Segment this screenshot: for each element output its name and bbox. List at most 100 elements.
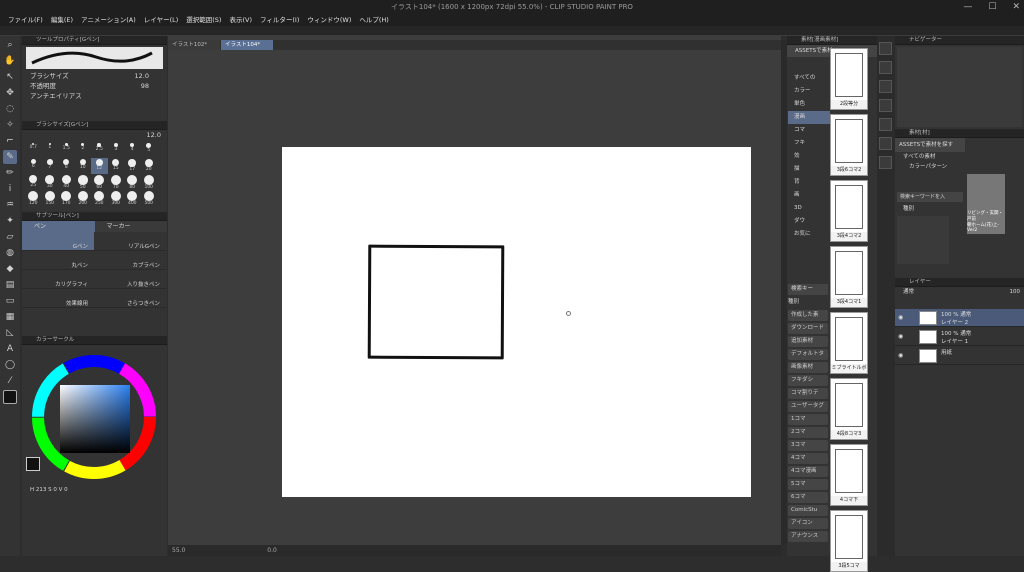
menu-help[interactable]: ヘルプ(H) — [359, 14, 388, 26]
material-tree-item[interactable]: 描 — [788, 163, 830, 176]
material-tag[interactable]: 2コマ — [788, 427, 828, 438]
text-icon[interactable]: A — [3, 342, 17, 356]
brush-size-option[interactable]: 5 — [141, 142, 158, 158]
material-tag[interactable]: コマ割りテ — [788, 388, 828, 399]
assets-link[interactable]: ASSETSで素材を探す — [895, 138, 965, 152]
brush-size-option[interactable]: 1 — [42, 142, 59, 158]
material-tag[interactable]: 1コマ — [788, 414, 828, 425]
material-tag[interactable]: 画像素材 — [788, 362, 828, 373]
menu-layer[interactable]: レイヤー(L) — [144, 14, 179, 26]
panel-toggle-icon[interactable] — [879, 42, 892, 55]
material-tag[interactable]: デフォルトタ — [788, 349, 828, 360]
brush-size-option[interactable]: 4 — [124, 142, 141, 158]
brush-size-option[interactable]: 3 — [108, 142, 125, 158]
material-thumb[interactable]: ミブライトルボ — [830, 312, 868, 374]
material-thumb[interactable]: 3段4コマ1 — [830, 246, 868, 308]
brush-size-option[interactable]: 2 — [75, 142, 92, 158]
tab-marker[interactable]: マーカー — [94, 221, 167, 232]
color-circle[interactable] — [22, 345, 167, 485]
menu-edit[interactable]: 編集(E) — [51, 14, 73, 26]
brush-size-option[interactable]: 12 — [91, 158, 108, 174]
opacity-row[interactable]: 不透明度 98 — [22, 81, 167, 91]
brush-size-option[interactable]: 17 — [124, 158, 141, 174]
minimize-button[interactable]: — — [963, 0, 972, 14]
brush-size-value[interactable]: 12.0 — [22, 130, 167, 140]
main-color-swatch[interactable] — [3, 390, 17, 404]
subtool-item[interactable]: 効果線用 — [22, 289, 94, 308]
layer-row[interactable]: ◉ 100 % 通常 レイヤー 2 — [895, 309, 1024, 327]
brush-size-option[interactable]: 25 — [25, 174, 42, 190]
navigator-view[interactable] — [897, 47, 1022, 127]
move-icon[interactable]: ✥ — [3, 86, 17, 100]
eraser-icon[interactable]: ▱ — [3, 230, 17, 244]
hand-icon[interactable]: ✋ — [3, 54, 17, 68]
material-tree-item[interactable]: ダウ — [788, 215, 830, 228]
material2-tree-all[interactable]: すべての素材 — [895, 152, 1024, 162]
material-tag[interactable]: アイコン — [788, 518, 828, 529]
layer-row[interactable]: ◉ 100 % 通常 レイヤー 1 — [895, 328, 1024, 346]
pencil-icon[interactable]: ✏ — [3, 166, 17, 180]
brush-size-option[interactable]: 50 — [75, 174, 92, 190]
subtool-item[interactable]: Gペン — [22, 232, 94, 251]
material-tag[interactable]: 追加素材 — [788, 336, 828, 347]
canvas-paper[interactable] — [282, 147, 751, 497]
brush-size-option[interactable]: 60 — [91, 174, 108, 190]
material-tree-item[interactable]: すべての — [788, 72, 830, 85]
antialias-row[interactable]: アンチエイリアス — [22, 91, 167, 101]
balloon-icon[interactable]: ◯ — [3, 358, 17, 372]
visibility-icon[interactable]: ◉ — [898, 352, 903, 360]
material-thumb[interactable]: 4コマ下 — [830, 444, 868, 506]
material-tree-item[interactable]: 背 — [788, 176, 830, 189]
tab-illust104[interactable]: イラスト104* — [221, 40, 273, 50]
magic-wand-icon[interactable]: ✧ — [3, 118, 17, 132]
material-tag[interactable]: アナウンス — [788, 531, 828, 542]
brush-size-option[interactable]: 250 — [91, 190, 108, 206]
brush-size-option[interactable]: 30 — [42, 174, 59, 190]
current-color-swatch[interactable] — [26, 457, 40, 471]
material-tag[interactable]: ダウンロード — [788, 323, 828, 334]
ruler-icon[interactable]: ◺ — [3, 326, 17, 340]
material-tag[interactable]: 4コマ漫画 — [788, 466, 828, 477]
brush-size-option[interactable]: 7 — [42, 158, 59, 174]
subtool-item[interactable]: 丸ペン — [22, 251, 94, 270]
pen-icon[interactable]: ✎ — [3, 150, 17, 164]
blend-icon[interactable]: ◍ — [3, 246, 17, 260]
material-tree-item[interactable]: フキ — [788, 137, 830, 150]
material-thumb[interactable]: 3段5コマ — [830, 510, 868, 572]
material-tag[interactable]: 作成した素 — [788, 310, 828, 321]
brush-size-option[interactable]: 150 — [42, 190, 59, 206]
brush-size-option[interactable]: 400 — [124, 190, 141, 206]
brush-size-option[interactable]: 15 — [108, 158, 125, 174]
rotation-value[interactable]: 0.0 — [267, 547, 277, 554]
material-tree-item[interactable]: 効 — [788, 150, 830, 163]
brush-size-option[interactable]: 70 — [108, 174, 125, 190]
brush-size-option[interactable]: 1.5 — [58, 142, 75, 158]
brush-size-option[interactable]: 20 — [141, 158, 158, 174]
frame-icon[interactable]: ▦ — [3, 310, 17, 324]
material-thumb[interactable]: 4段8コマ3 — [830, 378, 868, 440]
material-tag[interactable]: フキダシ — [788, 375, 828, 386]
brush-size-option[interactable]: 200 — [75, 190, 92, 206]
menu-filter[interactable]: フィルター(I) — [260, 14, 299, 26]
material-tag[interactable]: 4コマ — [788, 453, 828, 464]
brush-size-option[interactable]: 170 — [58, 190, 75, 206]
zoom-icon[interactable]: ⌕ — [3, 38, 17, 52]
panel-toggle-icon[interactable] — [879, 137, 892, 150]
brush-size-option[interactable]: 2.5 — [91, 142, 108, 158]
brush-size-option[interactable]: 500 — [141, 190, 158, 206]
material-tag[interactable]: 3コマ — [788, 440, 828, 451]
brush-icon[interactable]: ⅰ — [3, 182, 17, 196]
gradient-icon[interactable]: ▤ — [3, 278, 17, 292]
material-tree-item[interactable]: 単色 — [788, 98, 830, 111]
airbrush-icon[interactable]: ♒ — [3, 198, 17, 212]
maximize-button[interactable]: ☐ — [988, 0, 996, 14]
material-tree-item[interactable]: コマ — [788, 124, 830, 137]
material-tree-item[interactable]: 画 — [788, 189, 830, 202]
brush-size-option[interactable]: 80 — [124, 174, 141, 190]
material-tag[interactable]: 5コマ — [788, 479, 828, 490]
material-tree-item[interactable]: お気に — [788, 228, 830, 241]
brush-size-row[interactable]: ブラシサイズ 12.0 — [22, 71, 167, 81]
menu-animation[interactable]: アニメーション(A) — [81, 14, 136, 26]
material-tag[interactable]: 6コマ — [788, 492, 828, 503]
layer-blend-mode[interactable]: 通常 100 — [895, 287, 1024, 297]
